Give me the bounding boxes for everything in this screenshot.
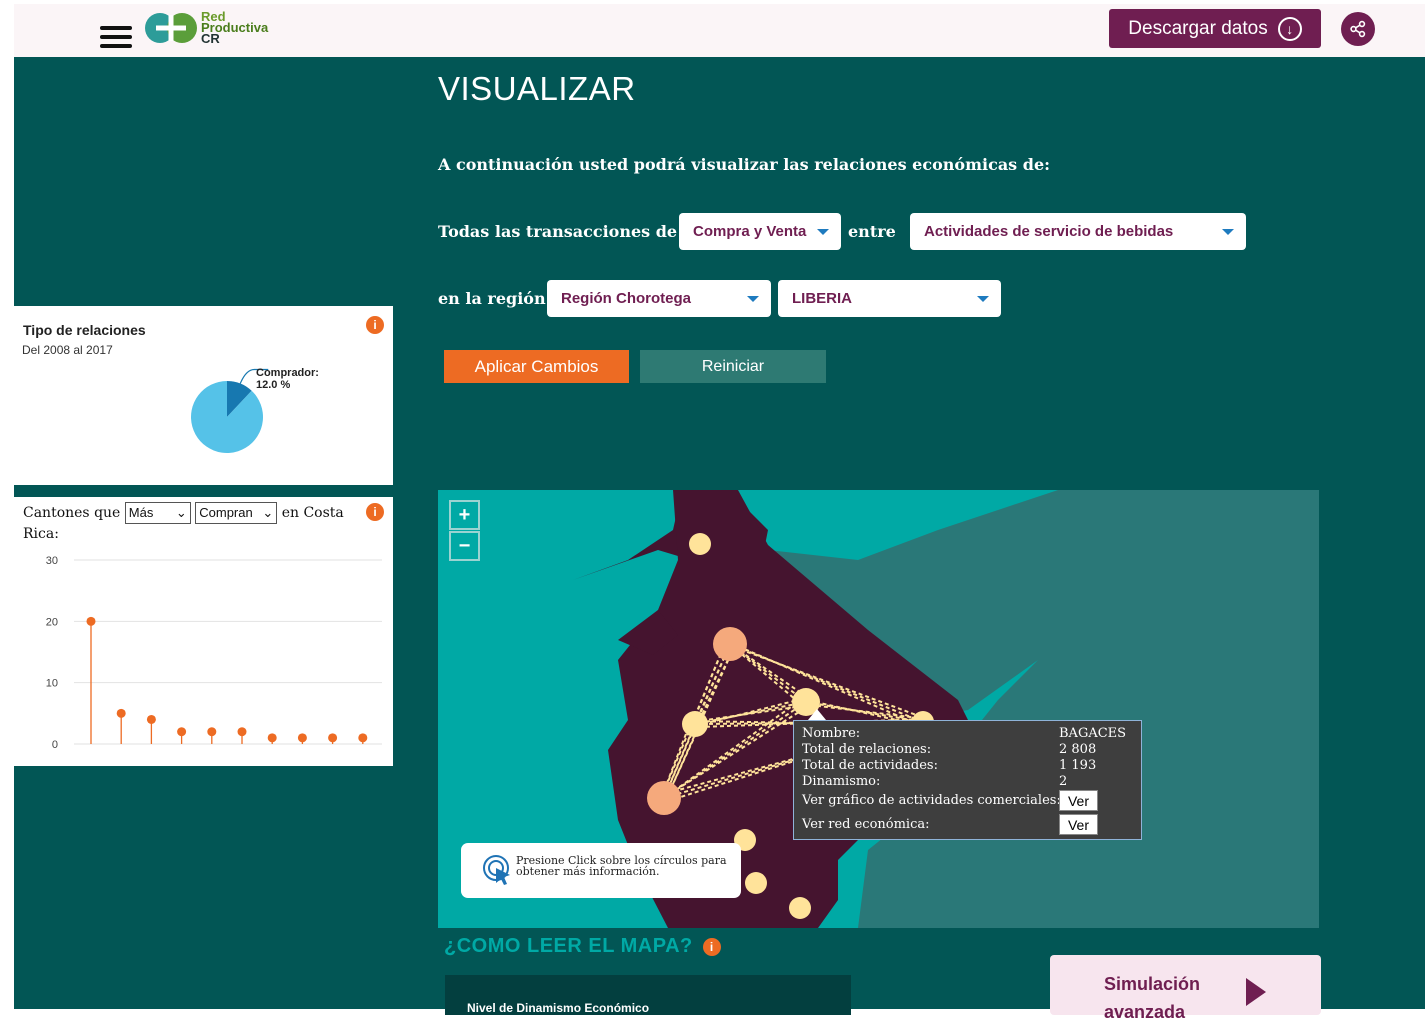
zoom-out-button[interactable]: − (449, 531, 480, 561)
y-tick-label: 0 (52, 739, 58, 751)
cantons-prefix: Cantones que (23, 505, 121, 521)
pie-label-value: 12.0 % (256, 379, 291, 391)
pie-slice[interactable] (190, 381, 263, 453)
hint-text: Presione Click sobre los círculos para o… (516, 854, 727, 878)
canton-node[interactable] (689, 533, 711, 555)
canton-node[interactable] (789, 897, 811, 919)
info-icon[interactable]: i (366, 316, 384, 334)
chevron-down-icon: ⌄ (175, 505, 187, 520)
lollipop-point[interactable] (297, 733, 307, 743)
relations-subtitle: Del 2008 al 2017 (22, 343, 113, 357)
download-icon: ↓ (1277, 16, 1302, 41)
tooltip-value: 2 (1059, 774, 1068, 789)
lollipop-point[interactable] (207, 727, 217, 737)
cantons-lollipop-chart: 30 20 10 0 (46, 555, 382, 751)
network-link-label: Ver red económica: (802, 817, 930, 832)
chevron-down-icon: ⌄ (262, 505, 274, 520)
info-icon[interactable]: i (366, 503, 384, 521)
chart-link-label: Ver gráfico de actividades comerciales: (802, 793, 1061, 808)
canton-node[interactable] (713, 627, 747, 661)
tooltip-label: Total de actividades: (802, 758, 938, 773)
row2-prefix: en la región (438, 289, 546, 308)
canton-node[interactable] (682, 711, 708, 737)
lollipop-point[interactable] (267, 733, 277, 743)
activity-select[interactable]: Actividades de servicio de bebidas (910, 213, 1246, 250)
canton-select[interactable]: LIBERIA (778, 280, 1001, 317)
buy-sell-value: Compran (199, 505, 253, 520)
cantons-panel: Cantones que Más ⌄ Compran ⌄ en Costa Rica… (14, 497, 393, 766)
chevron-down-icon (747, 295, 759, 302)
canton-node[interactable] (745, 872, 767, 894)
more-less-value: Más (128, 505, 154, 520)
canton-value: LIBERIA (792, 290, 852, 307)
tooltip-value: 1 193 (1059, 758, 1097, 773)
apply-changes-button[interactable]: Aplicar Cambios (444, 350, 629, 383)
lollipop-point[interactable] (328, 733, 338, 743)
simulation-label: Simulación avanzada (1104, 974, 1201, 1022)
share-icon (1350, 20, 1366, 38)
intro-text: A continuación usted podrá visualizar la… (438, 155, 1051, 174)
map-tooltip: Nombre: BAGACES Total de relaciones: 2 8… (793, 720, 1142, 840)
info-icon[interactable]: i (702, 937, 721, 956)
y-tick-label: 20 (46, 616, 58, 628)
canton-node[interactable] (647, 781, 681, 815)
menu-icon[interactable] (100, 26, 132, 50)
y-tick-label: 30 (46, 555, 58, 567)
region-value: Región Chorotega (561, 290, 691, 307)
lollipop-point[interactable] (146, 714, 156, 724)
relations-title: Tipo de relaciones (23, 322, 146, 338)
tooltip-value: 2 808 (1059, 742, 1097, 757)
region-select[interactable]: Región Chorotega (547, 280, 771, 317)
tooltip-label: Total de relaciones: (802, 742, 932, 757)
chevron-down-icon (977, 295, 989, 302)
tooltip-value: BAGACES (1059, 726, 1127, 741)
pie-data-label: Comprador: 12.0 % (256, 367, 319, 391)
row1-prefix: Todas las transacciones de (438, 222, 678, 241)
view-network-button[interactable]: Ver (1059, 814, 1098, 835)
tooltip-label: Dinamismo: (802, 774, 881, 789)
page-title: VISUALIZAR (438, 70, 636, 107)
share-button[interactable] (1341, 12, 1375, 46)
logo-text: Red Productiva CR (201, 10, 268, 45)
tooltip-label: Nombre: (802, 726, 861, 741)
click-icon (483, 855, 510, 885)
pie-label-name: Comprador: (256, 367, 319, 379)
lollipop-point[interactable] (116, 708, 126, 718)
lollipop-point[interactable] (358, 733, 368, 743)
download-data-button[interactable]: Descargar datos ↓ (1109, 9, 1321, 48)
transaction-type-select[interactable]: Compra y Venta (679, 213, 841, 250)
lollipop-point[interactable] (237, 727, 247, 737)
cantons-heading: Cantones que Más ⌄ Compran ⌄ en Costa Rica… (23, 502, 353, 544)
zoom-in-button[interactable]: + (449, 500, 480, 530)
reset-button[interactable]: Reiniciar (640, 350, 826, 383)
download-label: Descargar datos (1128, 17, 1268, 39)
transaction-type-value: Compra y Venta (693, 223, 807, 240)
lollipop-point[interactable] (86, 616, 96, 626)
more-less-select[interactable]: Más ⌄ (124, 502, 191, 524)
row1-between: entre (848, 222, 896, 241)
how-to-read-text: ¿COMO LEER EL MAPA? (444, 935, 693, 957)
view-chart-button[interactable]: Ver (1059, 790, 1098, 811)
how-to-read-heading: ¿COMO LEER EL MAPA? i (444, 935, 721, 958)
buy-sell-select[interactable]: Compran ⌄ (195, 502, 278, 524)
map-hint: Presione Click sobre los círculos para o… (461, 843, 741, 898)
chevron-down-icon (1222, 228, 1234, 235)
relations-panel: Tipo de relaciones Del 2008 al 2017 i Co… (14, 306, 393, 485)
y-tick-label: 10 (46, 678, 58, 690)
arrow-right-icon (1246, 978, 1266, 1006)
chevron-down-icon (817, 228, 829, 235)
legend-title: Nivel de Dinamismo Económico (467, 1001, 650, 1015)
lollipop-point[interactable] (177, 727, 187, 737)
activity-value: Actividades de servicio de bebidas (924, 223, 1174, 240)
